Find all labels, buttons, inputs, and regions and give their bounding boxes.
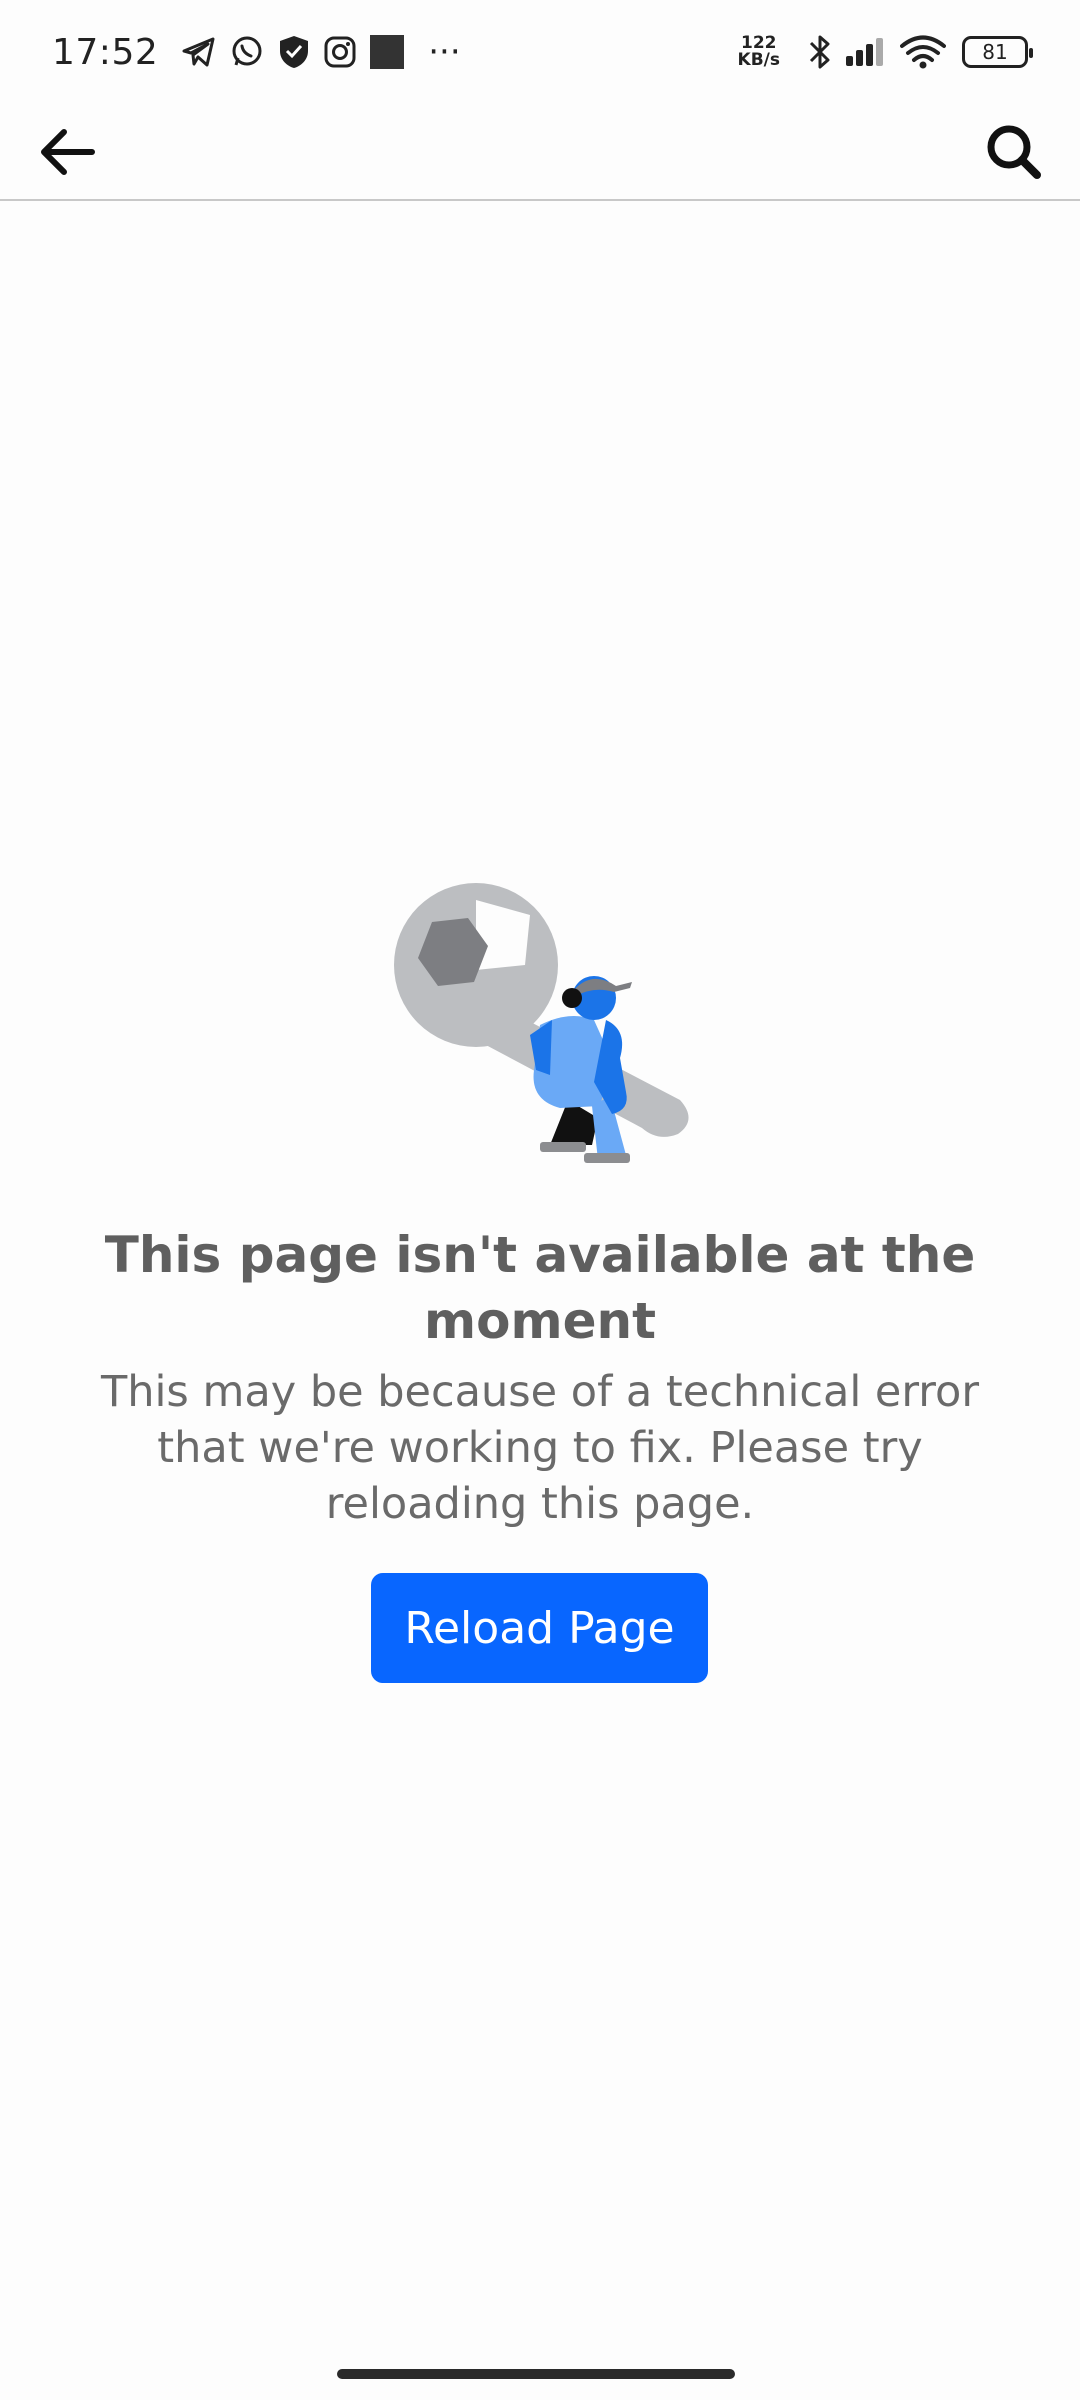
- status-left: 17:52 ···: [52, 32, 461, 73]
- whatsapp-icon: [230, 35, 264, 69]
- status-bar: 17:52 ··· 122 KB/s 81: [0, 0, 1080, 104]
- home-indicator[interactable]: [337, 2369, 735, 2379]
- figure-shoe-back: [540, 1142, 586, 1152]
- battery-icon: 81: [962, 36, 1033, 68]
- instagram-icon: [324, 36, 356, 68]
- network-speed-unit: KB/s: [737, 50, 780, 70]
- app-bar-divider: [0, 199, 1080, 201]
- battery-level: 81: [982, 40, 1008, 64]
- bluetooth-icon: [808, 33, 832, 71]
- telegram-icon: [182, 37, 216, 67]
- figure-shoe: [584, 1153, 630, 1163]
- error-title: This page isn't available at the moment: [104, 1226, 976, 1350]
- wrench-illustration: [394, 883, 689, 1163]
- error-message: This may be because of a technical error…: [100, 1367, 980, 1529]
- shield-icon: [278, 34, 310, 70]
- back-button[interactable]: [34, 120, 98, 184]
- search-icon: [987, 125, 1041, 179]
- status-right: 122 KB/s 81: [738, 33, 1033, 71]
- wifi-icon: [900, 35, 946, 69]
- reload-page-button[interactable]: Reload Page: [371, 1573, 708, 1683]
- network-speed: 122 KB/s: [738, 35, 780, 69]
- status-time: 17:52: [52, 31, 159, 73]
- square-icon: [370, 35, 405, 69]
- figure-hair: [562, 988, 582, 1008]
- screen: 17:52 ··· 122 KB/s 81 This page isn't av…: [0, 0, 1080, 2400]
- app-bar: [0, 104, 1080, 200]
- search-button[interactable]: [982, 120, 1046, 184]
- signal-icon: [846, 36, 886, 68]
- overflow-dots: ···: [428, 32, 461, 72]
- arrow-left-icon: [41, 129, 95, 175]
